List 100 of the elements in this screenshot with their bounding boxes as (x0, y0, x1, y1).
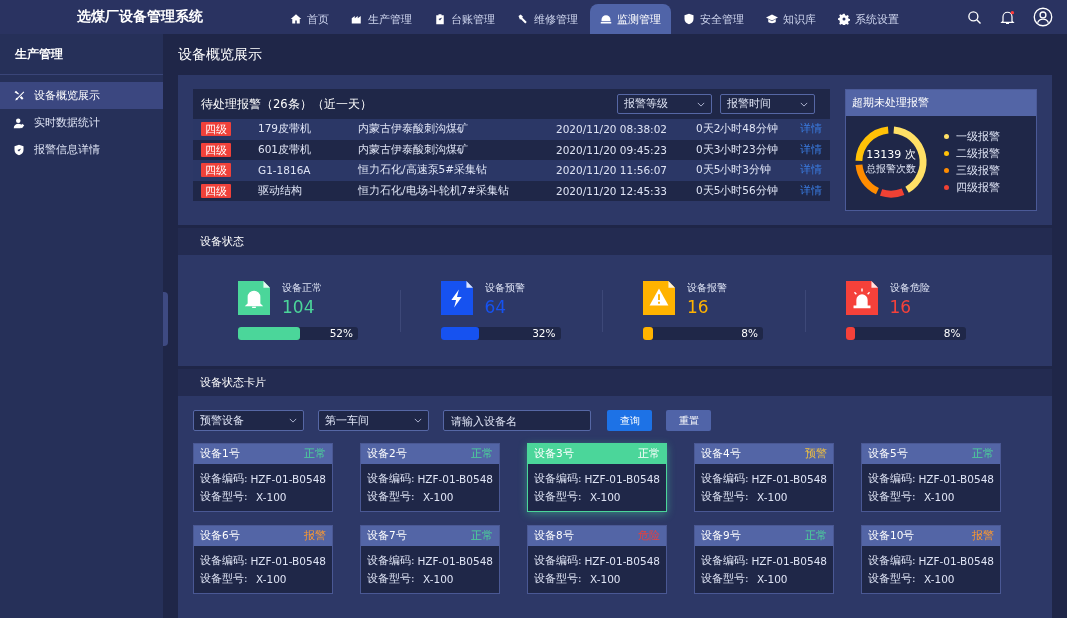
percent-label: 52% (329, 327, 353, 340)
device-card[interactable]: 设备3号 正常 设备编码: HZF-01-B0548 设备型号: X-100 (527, 443, 667, 512)
sidebar-item[interactable]: 实时数据统计 (0, 109, 163, 136)
user-avatar-icon[interactable] (1033, 7, 1053, 27)
user-icon (13, 116, 25, 129)
nav-tab[interactable]: 监测管理 (590, 4, 671, 34)
percent-label: 32% (532, 327, 556, 340)
nav-tab[interactable]: 知识库 (756, 4, 826, 34)
field-value: X-100 (924, 491, 955, 503)
device-name: 设备7号 (367, 529, 407, 543)
field-value: HZF-01-B0548 (918, 473, 994, 485)
field-value: HZF-01-B0548 (584, 473, 660, 485)
device-status: 正常 (805, 529, 827, 543)
app-title: 选煤厂设备管理系统 (76, 8, 204, 26)
shield-icon (13, 143, 25, 156)
stat-value: 64 (484, 297, 508, 317)
siren-icon (845, 281, 878, 315)
tools-icon (13, 89, 25, 102)
field-label: 设备编码: (200, 554, 249, 568)
table-cell-text: 601皮带机 (258, 142, 313, 157)
device-status: 正常 (304, 447, 326, 461)
field-label: 设备编码: (701, 554, 750, 568)
nav-tab[interactable]: 维修管理 (507, 4, 588, 34)
page-title: 设备概览展示 (178, 45, 263, 64)
field-label: 设备编码: (534, 554, 583, 568)
chevron-down-icon (697, 101, 705, 107)
device-card[interactable]: 设备10号 报警 设备编码: HZF-01-B0548 设备型号: X-100 (861, 525, 1001, 594)
device-card[interactable]: 设备9号 正常 设备编码: HZF-01-B0548 设备型号: X-100 (694, 525, 834, 594)
device-search-field[interactable]: 请输入设备名 (443, 410, 591, 431)
stat-label: 设备预警 (484, 281, 525, 295)
shield-icon (683, 13, 695, 25)
table-cell-text: 0天3小时23分钟 (696, 142, 779, 157)
field-label: 设备型号: (534, 572, 583, 586)
stat-value: 16 (889, 297, 913, 317)
filter-dropdown[interactable]: 报警时间 (720, 94, 815, 114)
field-label: 设备型号: (701, 490, 750, 504)
table-cell-text: G1-1816A (258, 164, 312, 177)
filter-dropdown[interactable]: 第一车间 (318, 410, 429, 431)
total-caption: 总报警次数 (866, 162, 916, 176)
table-cell-text: 内蒙古伊泰酸刺沟煤矿 (358, 122, 469, 137)
device-status: 危险 (638, 529, 660, 543)
sidebar-item[interactable]: 报警信息详情 (0, 136, 163, 163)
field-value: HZF-01-B0548 (417, 473, 493, 485)
field-label: 设备型号: (200, 490, 249, 504)
device-status: 预警 (805, 447, 827, 461)
details-link[interactable]: 详情 (800, 142, 822, 157)
chevron-down-icon (414, 418, 422, 423)
table-cell-text: 2020/11/20 09:45:23 (556, 143, 668, 156)
cap-icon (766, 13, 778, 25)
factory-icon (351, 13, 363, 25)
query-button[interactable]: 查询 (607, 410, 652, 431)
nav-tab[interactable]: 生产管理 (341, 4, 422, 34)
table-cell-text: 驱动结构 (258, 183, 303, 198)
field-value: HZF-01-B0548 (584, 555, 660, 567)
nav-tab[interactable]: 台账管理 (424, 4, 505, 34)
field-label: 设备型号: (367, 490, 416, 504)
device-card[interactable]: 设备1号 正常 设备编码: HZF-01-B0548 设备型号: X-100 (193, 443, 333, 512)
device-card[interactable]: 设备4号 预警 设备编码: HZF-01-B0548 设备型号: X-100 (694, 443, 834, 512)
level-badge: 四级 (201, 142, 231, 157)
field-label: 设备型号: (701, 572, 750, 586)
field-value: X-100 (590, 573, 621, 585)
nav-tab[interactable]: 系统设置 (828, 4, 909, 34)
device-name: 设备5号 (868, 447, 908, 461)
level-badge: 四级 (201, 163, 231, 178)
field-value: HZF-01-B0548 (417, 555, 493, 567)
nav-tab[interactable]: 安全管理 (673, 4, 754, 34)
device-card[interactable]: 设备8号 危险 设备编码: HZF-01-B0548 设备型号: X-100 (527, 525, 667, 594)
field-label: 设备型号: (868, 572, 917, 586)
device-card[interactable]: 设备5号 正常 设备编码: HZF-01-B0548 设备型号: X-100 (861, 443, 1001, 512)
details-link[interactable]: 详情 (800, 183, 822, 198)
filter-dropdown[interactable]: 报警等级 (617, 94, 712, 114)
home-icon (290, 13, 302, 25)
table-cell-text: 0天5小时3分钟 (696, 163, 773, 178)
nav-tab[interactable]: 首页 (280, 4, 339, 34)
device-status: 报警 (304, 529, 326, 543)
notification-bell-icon[interactable] (1000, 9, 1015, 25)
chevron-down-icon (800, 101, 808, 107)
table-cell-text: 2020/11/20 11:56:07 (556, 164, 668, 177)
table-cell-text: 恒力石化/高速泵5#采集钻 (358, 163, 489, 178)
device-card[interactable]: 设备6号 报警 设备编码: HZF-01-B0548 设备型号: X-100 (193, 525, 333, 594)
search-icon[interactable] (967, 9, 982, 25)
filter-dropdown[interactable]: 预警设备 (193, 410, 304, 431)
field-value: X-100 (256, 491, 287, 503)
field-value: X-100 (423, 491, 454, 503)
percent-label: 8% (741, 327, 758, 340)
field-label: 设备编码: (534, 472, 583, 486)
device-card[interactable]: 设备2号 正常 设备编码: HZF-01-B0548 设备型号: X-100 (360, 443, 500, 512)
sidebar-item[interactable]: 设备概览展示 (0, 82, 163, 109)
stat-label: 设备危险 (889, 281, 930, 295)
total-count: 13139 (866, 148, 902, 161)
overdue-card-title: 超期未处理报警 (846, 90, 1036, 116)
collapse-handle[interactable] (163, 292, 168, 346)
field-value: X-100 (590, 491, 621, 503)
device-card[interactable]: 设备7号 正常 设备编码: HZF-01-B0548 设备型号: X-100 (360, 525, 500, 594)
device-status: 正常 (638, 447, 660, 461)
field-value: X-100 (757, 573, 788, 585)
field-label: 设备编码: (367, 554, 416, 568)
reset-button[interactable]: 重置 (666, 410, 711, 431)
field-label: 设备型号: (868, 490, 917, 504)
device-status: 正常 (972, 447, 994, 461)
